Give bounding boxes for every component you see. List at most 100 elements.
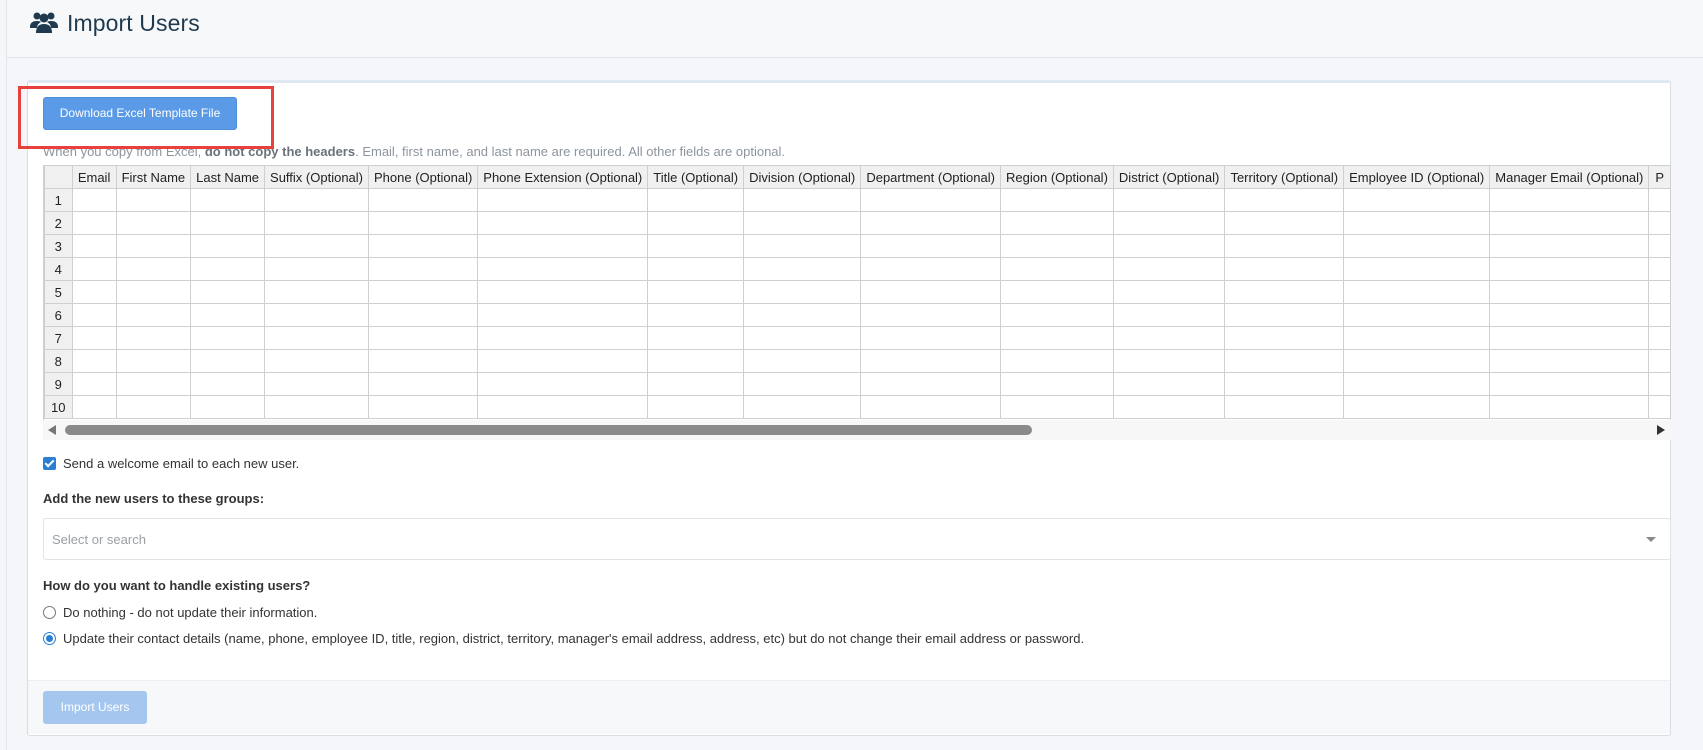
grid-cell[interactable] <box>1000 211 1114 235</box>
grid-cell[interactable] <box>71 188 117 212</box>
scroll-left-arrow-icon[interactable] <box>48 425 56 435</box>
grid-cell[interactable] <box>71 372 117 396</box>
grid-row-number[interactable]: 1 <box>44 188 73 212</box>
scroll-right-arrow-icon[interactable] <box>1657 425 1665 435</box>
grid-cell[interactable] <box>264 372 369 396</box>
grid-cell[interactable] <box>743 395 862 419</box>
grid-cell[interactable] <box>264 349 369 373</box>
grid-cell[interactable] <box>860 234 1002 258</box>
grid-cell[interactable] <box>647 234 745 258</box>
grid-cell[interactable] <box>743 303 862 327</box>
grid-cell[interactable] <box>1489 257 1650 281</box>
grid-cell[interactable] <box>647 395 745 419</box>
grid-cell[interactable] <box>743 257 862 281</box>
grid-cell[interactable] <box>477 349 649 373</box>
grid-cell[interactable] <box>1112 349 1226 373</box>
grid-cell[interactable] <box>860 349 1002 373</box>
grid-cell[interactable] <box>1224 188 1345 212</box>
grid-cell[interactable] <box>190 280 266 304</box>
grid-cell[interactable] <box>1489 372 1650 396</box>
grid-cell[interactable] <box>860 303 1002 327</box>
groups-select[interactable]: Select or search <box>43 518 1671 560</box>
grid-cell[interactable] <box>190 349 266 373</box>
grid-row[interactable]: 9 <box>44 372 1671 396</box>
grid-cell[interactable] <box>1112 303 1226 327</box>
grid-cell[interactable] <box>647 349 745 373</box>
grid-cell[interactable] <box>1343 188 1491 212</box>
grid-column-header[interactable]: Department (Optional) <box>860 165 1002 189</box>
grid-row-number[interactable]: 2 <box>44 211 73 235</box>
grid-cell[interactable] <box>743 280 862 304</box>
spreadsheet-grid[interactable]: Email First Name Last Name Suffix (Optional… <box>43 165 1671 420</box>
grid-row-number[interactable]: 4 <box>44 257 73 281</box>
grid-cell[interactable] <box>264 395 369 419</box>
grid-cell[interactable] <box>115 326 192 350</box>
grid-row-number[interactable]: 10 <box>44 395 73 419</box>
grid-cell[interactable] <box>264 257 369 281</box>
grid-cell[interactable] <box>71 234 117 258</box>
grid-cell[interactable] <box>1648 372 1671 396</box>
grid-cell[interactable] <box>647 211 745 235</box>
grid-column-header[interactable]: Region (Optional) <box>1000 165 1114 189</box>
grid-row[interactable]: 10 <box>44 395 1671 419</box>
chevron-down-icon[interactable] <box>1646 537 1656 542</box>
grid-cell[interactable] <box>367 211 479 235</box>
grid-row[interactable]: 4 <box>44 257 1671 281</box>
grid-cell[interactable] <box>190 211 266 235</box>
grid-cell[interactable] <box>647 303 745 327</box>
grid-cell[interactable] <box>1000 349 1114 373</box>
grid-cell[interactable] <box>1000 395 1114 419</box>
grid-cell[interactable] <box>190 326 266 350</box>
grid-cell[interactable] <box>71 349 117 373</box>
grid-column-header[interactable]: Division (Optional) <box>743 165 862 189</box>
grid-cell[interactable] <box>860 280 1002 304</box>
grid-cell[interactable] <box>1224 257 1345 281</box>
grid-cell[interactable] <box>1489 234 1650 258</box>
grid-cell[interactable] <box>115 188 192 212</box>
grid-column-header[interactable]: Suffix (Optional) <box>264 165 369 189</box>
grid-cell[interactable] <box>71 211 117 235</box>
grid-cell[interactable] <box>190 234 266 258</box>
grid-row[interactable]: 3 <box>44 234 1671 258</box>
grid-cell[interactable] <box>1343 280 1491 304</box>
grid-cell[interactable] <box>115 234 192 258</box>
grid-cell[interactable] <box>1648 395 1671 419</box>
grid-cell[interactable] <box>367 326 479 350</box>
grid-cell[interactable] <box>1112 372 1226 396</box>
radio-update-details[interactable] <box>43 632 56 645</box>
grid-row[interactable]: 7 <box>44 326 1671 350</box>
grid-cell[interactable] <box>1000 234 1114 258</box>
grid-cell[interactable] <box>860 326 1002 350</box>
grid-cell[interactable] <box>743 349 862 373</box>
grid-cell[interactable] <box>1112 188 1226 212</box>
grid-cell[interactable] <box>860 395 1002 419</box>
grid-cell[interactable] <box>860 211 1002 235</box>
grid-cell[interactable] <box>115 395 192 419</box>
grid-cell[interactable] <box>477 188 649 212</box>
grid-cell[interactable] <box>1489 395 1650 419</box>
grid-cell[interactable] <box>1112 257 1226 281</box>
grid-cell[interactable] <box>190 395 266 419</box>
grid-cell[interactable] <box>1343 303 1491 327</box>
grid-column-header[interactable]: District (Optional) <box>1112 165 1226 189</box>
grid-row-number[interactable]: 3 <box>44 234 73 258</box>
grid-cell[interactable] <box>115 349 192 373</box>
grid-cell[interactable] <box>1112 211 1226 235</box>
grid-cell[interactable] <box>1224 234 1345 258</box>
grid-column-header[interactable]: Title (Optional) <box>647 165 745 189</box>
grid-row-number[interactable]: 7 <box>44 326 73 350</box>
grid-cell[interactable] <box>1343 257 1491 281</box>
grid-cell[interactable] <box>1000 372 1114 396</box>
grid-cell[interactable] <box>367 257 479 281</box>
grid-cell[interactable] <box>1489 326 1650 350</box>
grid-cell[interactable] <box>1224 211 1345 235</box>
grid-cell[interactable] <box>1224 280 1345 304</box>
grid-cell[interactable] <box>190 303 266 327</box>
welcome-email-checkbox[interactable] <box>43 457 56 470</box>
grid-cell[interactable] <box>1343 349 1491 373</box>
grid-row[interactable]: 8 <box>44 349 1671 373</box>
grid-cell[interactable] <box>264 303 369 327</box>
grid-cell[interactable] <box>647 257 745 281</box>
grid-cell[interactable] <box>1648 234 1671 258</box>
grid-cell[interactable] <box>477 326 649 350</box>
